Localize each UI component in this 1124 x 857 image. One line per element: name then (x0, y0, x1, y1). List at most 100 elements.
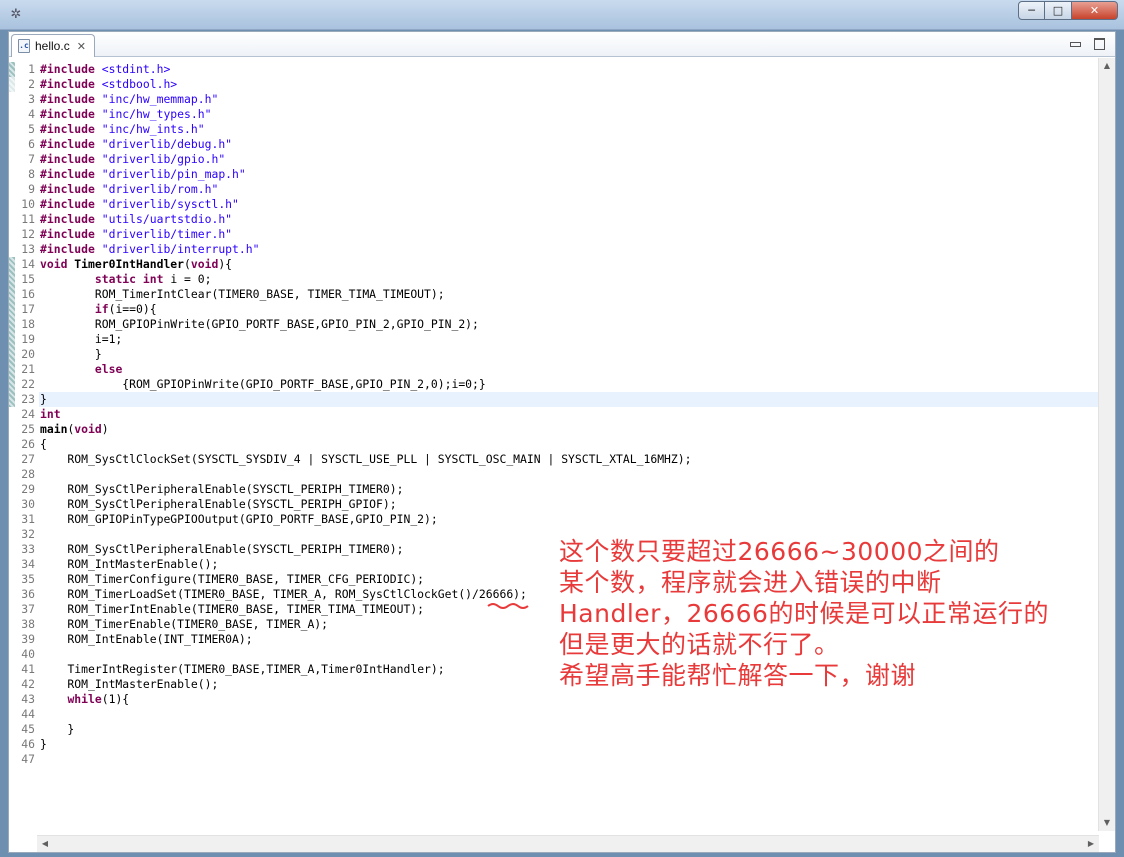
line-number: 31 (21, 512, 35, 526)
code-token: ROM_IntMasterEnable(); (40, 557, 219, 571)
close-button[interactable]: ✕ (1072, 1, 1118, 20)
string-token: <stdint.h> (101, 62, 171, 76)
code-line[interactable]: if(i==0){ (39, 302, 1099, 317)
line-number: 7 (28, 152, 35, 166)
code-line[interactable]: } (39, 737, 1099, 752)
horizontal-scrollbar[interactable]: ◀ ▶ (37, 835, 1099, 852)
scroll-up-icon[interactable]: ▲ (1099, 58, 1115, 74)
line-number: 34 (21, 557, 35, 571)
string-token: "inc/hw_ints.h" (101, 122, 205, 136)
code-line[interactable]: #include <stdbool.h> (39, 77, 1099, 92)
keyword-token: #include (40, 212, 95, 226)
string-token: <stdbool.h> (101, 77, 178, 91)
code-line[interactable] (39, 752, 1099, 767)
code-line[interactable]: #include "driverlib/interrupt.h" (39, 242, 1099, 257)
code-line[interactable]: } (39, 722, 1099, 737)
code-line[interactable]: static int i = 0; (39, 272, 1099, 287)
code-token: ROM_SysCtlPeripheralEnable(SYSCTL_PERIPH… (40, 497, 397, 511)
keyword-token: #include (40, 92, 95, 106)
maximize-button[interactable]: □ (1045, 1, 1072, 20)
code-line[interactable]: i=1; (39, 332, 1099, 347)
minimize-button[interactable]: ─ (1018, 1, 1045, 20)
code-token: } (40, 737, 47, 751)
code-editor[interactable]: 1 2 3 4 5 6 7 8 9 10 11 12 13 14 15 16 17 18 19 20 21 22 23 24 2… (9, 58, 1099, 831)
annotation-line: 但是更大的话就不行了。 (559, 630, 840, 659)
code-line[interactable]: { (39, 437, 1099, 452)
keyword-token: int (142, 272, 164, 286)
vertical-scrollbar[interactable]: ▲ ▼ (1098, 58, 1115, 831)
code-line[interactable]: {ROM_GPIOPinWrite(GPIO_PORTF_BASE,GPIO_P… (39, 377, 1099, 392)
code-line[interactable]: while(1){ (39, 692, 1099, 707)
line-number: 44 (21, 707, 35, 721)
code-line[interactable]: #include <stdint.h> (39, 62, 1099, 77)
code-line[interactable]: #include "inc/hw_types.h" (39, 107, 1099, 122)
line-number: 45 (21, 722, 35, 736)
code-token: ROM_SysCtlClockSet(SYSCTL_SYSDIV_4 | SYS… (40, 452, 692, 466)
code-line[interactable]: #include "driverlib/sysctl.h" (39, 197, 1099, 212)
string-token: "inc/hw_memmap.h" (101, 92, 219, 106)
code-token: } (40, 347, 102, 361)
keyword-token: #include (40, 62, 95, 76)
code-token: ROM_SysCtlPeripheralEnable(SYSCTL_PERIPH… (40, 542, 404, 556)
code-line[interactable]: main(void) (39, 422, 1099, 437)
close-tab-icon[interactable]: ✕ (77, 40, 86, 53)
code-line[interactable]: ROM_GPIOPinWrite(GPIO_PORTF_BASE,GPIO_PI… (39, 317, 1099, 332)
code-line[interactable]: } (39, 347, 1099, 362)
keyword-token: #include (40, 152, 95, 166)
code-line[interactable]: #include "utils/uartstdio.h" (39, 212, 1099, 227)
code-token: } (40, 392, 47, 406)
line-number: 32 (21, 527, 35, 541)
code-line[interactable]: ROM_TimerIntClear(TIMER0_BASE, TIMER_TIM… (39, 287, 1099, 302)
line-number: 29 (21, 482, 35, 496)
code-line[interactable]: #include "inc/hw_memmap.h" (39, 92, 1099, 107)
code-line[interactable]: #include "driverlib/timer.h" (39, 227, 1099, 242)
scroll-right-icon[interactable]: ▶ (1083, 836, 1099, 852)
view-controls (1069, 37, 1105, 49)
line-number: 15 (21, 272, 35, 286)
code-line[interactable]: int (39, 407, 1099, 422)
maximize-view-icon[interactable] (1093, 37, 1105, 49)
code-line[interactable] (39, 707, 1099, 722)
code-line[interactable]: void Timer0IntHandler(void){ (39, 257, 1099, 272)
code-line[interactable]: else (39, 362, 1099, 377)
code-line[interactable] (39, 467, 1099, 482)
line-number: 16 (21, 287, 35, 301)
line-number: 19 (21, 332, 35, 346)
line-number: 37 (21, 602, 35, 616)
line-number: 1 (28, 62, 35, 76)
code-line[interactable]: #include "inc/hw_ints.h" (39, 122, 1099, 137)
code-line[interactable]: #include "driverlib/debug.h" (39, 137, 1099, 152)
scroll-left-icon[interactable]: ◀ (37, 836, 53, 852)
line-number: 30 (21, 497, 35, 511)
code-line[interactable]: #include "driverlib/rom.h" (39, 182, 1099, 197)
code-token: (i==0){ (108, 302, 157, 316)
minimize-view-icon[interactable] (1069, 37, 1081, 49)
code-line[interactable]: #include "driverlib/gpio.h" (39, 152, 1099, 167)
string-token: "driverlib/gpio.h" (101, 152, 226, 166)
code-line[interactable]: } (39, 392, 1099, 407)
code-line[interactable]: ROM_GPIOPinTypeGPIOOutput(GPIO_PORTF_BAS… (39, 512, 1099, 527)
scroll-down-icon[interactable]: ▼ (1099, 815, 1115, 831)
code-line[interactable]: ROM_SysCtlPeripheralEnable(SYSCTL_PERIPH… (39, 497, 1099, 512)
line-number: 22 (21, 377, 35, 391)
line-number: 47 (21, 752, 35, 766)
keyword-token: #include (40, 182, 95, 196)
tab-hello-c[interactable]: .c hello.c ✕ (11, 34, 95, 57)
keyword-token: #include (40, 122, 95, 136)
code-token: ROM_TimerEnable(TIMER0_BASE, TIMER_A); (40, 617, 329, 631)
code-token: ( (184, 257, 191, 271)
code-line[interactable]: #include "driverlib/pin_map.h" (39, 167, 1099, 182)
code-line[interactable]: ROM_SysCtlClockSet(SYSCTL_SYSDIV_4 | SYS… (39, 452, 1099, 467)
string-token: "driverlib/interrupt.h" (101, 242, 260, 256)
line-number: 8 (28, 167, 35, 181)
code-line[interactable]: ROM_SysCtlPeripheralEnable(SYSCTL_PERIPH… (39, 482, 1099, 497)
line-number: 35 (21, 572, 35, 586)
tab-label: hello.c (35, 39, 70, 53)
code-token: TimerIntRegister (67, 662, 178, 676)
